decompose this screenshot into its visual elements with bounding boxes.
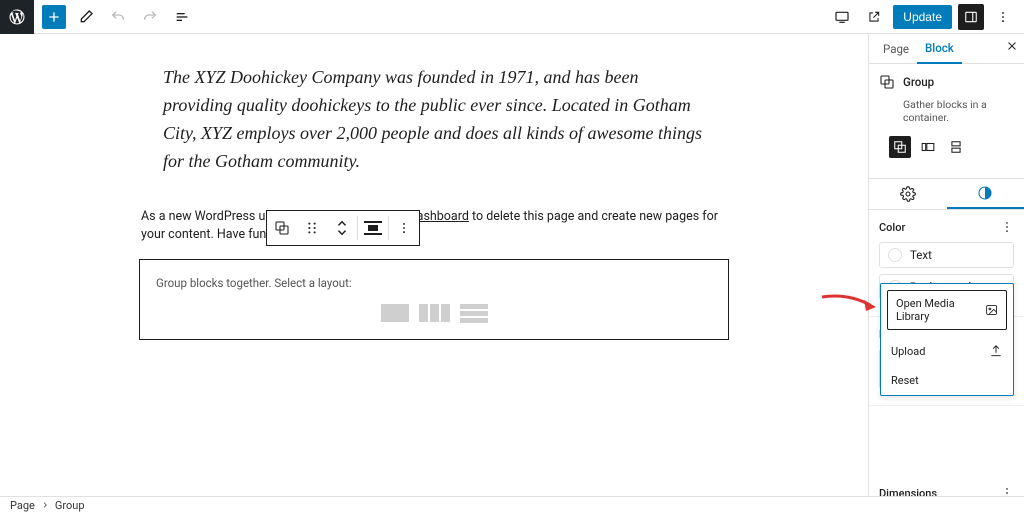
layout-row[interactable] <box>419 304 450 323</box>
layout-stack[interactable] <box>460 304 488 323</box>
paragraph-block[interactable]: As a new WordPress user, you should go t… <box>139 208 729 246</box>
tab-page[interactable]: Page <box>875 34 917 64</box>
redo-button[interactable] <box>138 5 162 29</box>
block-description: Gather blocks in a container. <box>879 98 1014 124</box>
background-image-dropdown: Open Media Library Upload Reset <box>880 283 1014 396</box>
block-title: Group <box>903 75 934 89</box>
quote-block[interactable]: The XYZ Doohickey Company was founded in… <box>139 46 729 194</box>
editor-top-bar: Update <box>0 0 1024 34</box>
breadcrumb-group[interactable]: Group <box>55 499 85 512</box>
upload-icon <box>989 344 1003 358</box>
inspector-tab-settings[interactable] <box>869 179 947 209</box>
chevron-right-icon <box>41 501 49 509</box>
tools-edit-icon[interactable] <box>74 5 98 29</box>
block-toolbar <box>266 210 420 246</box>
tab-block[interactable]: Block <box>917 34 962 64</box>
view-page-icon[interactable] <box>861 4 887 30</box>
block-breadcrumb: Page Group <box>0 496 1024 513</box>
drag-handle[interactable] <box>297 211 327 245</box>
group-block-icon <box>879 74 895 90</box>
options-menu-button[interactable] <box>990 4 1016 30</box>
editor-canvas: The XYZ Doohickey Company was founded in… <box>0 34 868 496</box>
move-up-down-button[interactable] <box>327 211 357 245</box>
block-inserter-button[interactable] <box>42 5 66 29</box>
wordpress-logo[interactable] <box>0 0 34 34</box>
dimensions-options-icon[interactable] <box>1000 486 1014 496</box>
block-type-button[interactable] <box>267 211 297 245</box>
reset-item[interactable]: Reset <box>881 366 1013 395</box>
styles-icon <box>977 185 993 201</box>
upload-item[interactable]: Upload <box>881 336 1013 366</box>
gear-icon <box>900 186 916 202</box>
group-block-placeholder[interactable]: Group blocks together. Select a layout: <box>139 259 729 340</box>
undo-button[interactable] <box>106 5 130 29</box>
variant-stack[interactable] <box>945 136 967 158</box>
color-text-row[interactable]: Text <box>879 242 1014 268</box>
update-button[interactable]: Update <box>893 5 952 29</box>
quote-text: The XYZ Doohickey Company was founded in… <box>163 64 705 176</box>
dimensions-heading: Dimensions <box>879 487 937 497</box>
settings-sidebar: Page Block Group Gather blocks in a cont… <box>868 34 1024 496</box>
sidebar-close-icon[interactable] <box>1006 40 1018 52</box>
view-desktop-icon[interactable] <box>829 4 855 30</box>
color-heading: Color <box>879 221 905 234</box>
open-media-library-item[interactable]: Open Media Library <box>887 290 1007 330</box>
inspector-tab-styles[interactable] <box>947 179 1024 209</box>
layout-group[interactable] <box>381 304 409 323</box>
group-placeholder-label: Group blocks together. Select a layout: <box>156 276 712 290</box>
align-button[interactable] <box>358 211 388 245</box>
variant-group[interactable] <box>889 136 911 158</box>
image-icon <box>985 303 998 317</box>
color-options-icon[interactable] <box>1000 220 1014 234</box>
variant-row[interactable] <box>917 136 939 158</box>
settings-panel-toggle[interactable] <box>958 4 984 30</box>
block-options-button[interactable] <box>389 211 419 245</box>
breadcrumb-page[interactable]: Page <box>10 499 35 512</box>
document-overview-button[interactable] <box>170 5 194 29</box>
